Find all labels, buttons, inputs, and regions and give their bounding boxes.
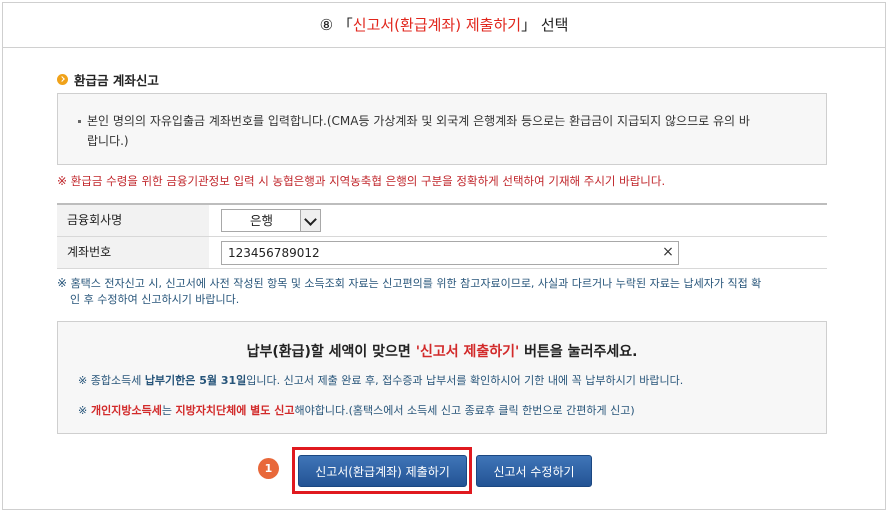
title-suffix: 」 선택 [521,16,569,34]
reference-mark: ※ [57,174,68,188]
bank-select-value: 은행 [250,213,274,228]
account-label: 계좌번호 [57,237,209,268]
bank-warning: ※ 환급금 수령을 위한 금융기관정보 입력 시 농협은행과 지역농축협 은행의… [57,173,665,189]
headline-text: 버튼을 눌러주세요. [519,344,638,360]
section-title: 환급금 계좌신고 [74,73,159,88]
form-row-account: 계좌번호 123456789012 × [57,237,827,269]
submit-headline: 납부(환급)할 세액이 맞으면 '신고서 제출하기' 버튼을 눌러주세요. [58,341,826,361]
account-value-cell: 123456789012 × [209,237,827,268]
section-heading: 환급금 계좌신고 [57,70,159,89]
local-tax-highlight: 지방자치단체에 별도 신고 [175,404,295,417]
reference-mark: ※ [78,374,88,387]
form-row-bank: 금융회사명 은행 [57,205,827,237]
local-tax-text: 는 [161,404,176,417]
bank-value-cell: 은행 [209,205,827,236]
edit-return-button[interactable]: 신고서 수정하기 [476,455,592,487]
account-form: 금융회사명 은행 계좌번호 123456789012 × [57,203,827,269]
title-highlight: 신고서(환급계좌) 제출하기 [352,16,522,34]
submit-notice-box: 납부(환급)할 세액이 맞으면 '신고서 제출하기' 버튼을 눌러주세요. ※ … [57,321,827,434]
local-tax-highlight: 개인지방소득세 [87,404,162,417]
notice-line: 본인 명의의 자유입출금 계좌번호를 입력합니다.(CMA등 가상계좌 및 외국… [78,111,804,131]
bank-warning-text: 환급금 수령을 위한 금융기관정보 입력 시 농협은행과 지역농축협 은행의 구… [70,174,666,188]
deadline-notice: ※ 종합소득세 납부기한은 5월 31일입니다. 신고서 제출 완료 후, 접수… [78,372,683,388]
deadline-text: 입니다. 신고서 제출 완료 후, 접수증과 납부서를 확인하시어 기한 내에 … [246,374,684,387]
bank-label: 금융회사명 [57,205,209,236]
step-number-badge: 1 [258,458,279,479]
reference-warning-text: 인 후 수정하여 신고하시기 바랍니다. [70,293,240,306]
account-number-input[interactable]: 123456789012 [221,241,679,265]
reference-warning-text: 홈택스 전자신고 시, 신고서에 사전 작성된 항목 및 소득조회 자료는 신고… [70,277,762,290]
clear-icon[interactable]: × [661,245,675,259]
submit-return-button[interactable]: 신고서(환급계좌) 제출하기 [298,455,467,487]
page-title: ⑧ 「신고서(환급계좌) 제출하기」 선택 [2,2,886,48]
arrow-bullet-icon [57,74,68,85]
deadline-text: 종합소득세 [87,374,145,387]
headline-highlight: '신고서 제출하기' [415,344,520,360]
reference-mark: ※ [78,404,88,417]
title-prefix: ⑧ 「 [319,16,353,34]
deadline-date: 납부기한은 5월 31일 [144,374,247,387]
notice-text: 본인 명의의 자유입출금 계좌번호를 입력합니다.(CMA등 가상계좌 및 외국… [87,114,750,128]
local-tax-text: 해야합니다.(홈택스에서 소득세 신고 종료후 클릭 한번으로 간편하게 신고) [294,404,635,417]
notice-text: 랍니다.) [87,134,129,148]
square-bullet-icon [78,120,81,123]
bank-select[interactable]: 은행 [221,209,321,232]
reference-warning-line: ※ 홈택스 전자신고 시, 신고서에 사전 작성된 항목 및 소득조회 자료는 … [57,275,827,292]
notice-line: 랍니다.) [78,131,804,151]
reference-mark: ※ [57,276,68,290]
chevron-down-icon[interactable] [300,210,320,231]
local-tax-notice: ※ 개인지방소득세는 지방자치단체에 별도 신고해야합니다.(홈택스에서 소득세… [78,402,635,418]
notice-box: 본인 명의의 자유입출금 계좌번호를 입력합니다.(CMA등 가상계좌 및 외국… [57,93,827,165]
reference-warning: ※ 홈택스 전자신고 시, 신고서에 사전 작성된 항목 및 소득조회 자료는 … [57,275,827,308]
headline-text: 납부(환급)할 세액이 맞으면 [246,344,416,360]
reference-warning-line: 인 후 수정하여 신고하시기 바랍니다. [57,292,827,308]
